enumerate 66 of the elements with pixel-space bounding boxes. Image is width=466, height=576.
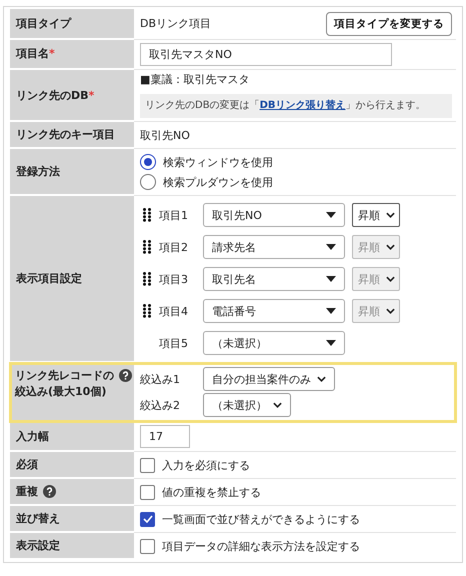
input-field[interactable]: 17 xyxy=(140,425,190,448)
chevron-icon xyxy=(273,402,282,408)
dropdown[interactable]: （未選択） xyxy=(203,393,291,418)
drag-handle-icon[interactable] xyxy=(143,304,151,318)
dropdown[interactable]: 取引先名 xyxy=(203,267,345,292)
checkbox-label: 値の重複を禁止する xyxy=(162,486,261,499)
check-icon xyxy=(142,515,152,524)
drag-handle-icon[interactable] xyxy=(143,272,151,286)
field-value: ■稟議：取引先マスタ xyxy=(140,73,250,88)
field-label: 絞込み(最大10個) xyxy=(15,385,108,399)
chevron-icon xyxy=(317,376,326,382)
chevron-icon xyxy=(386,244,395,250)
field-label: 必須 xyxy=(16,458,38,472)
checkbox-label: 項目データの詳細な表示方法を設定する xyxy=(162,540,360,553)
item-label: 項目1 xyxy=(159,208,189,222)
chevron-icon xyxy=(386,212,395,218)
dropdown[interactable]: 取引先NO xyxy=(203,203,345,228)
caret-icon xyxy=(326,244,336,250)
drag-handle-icon[interactable] xyxy=(143,240,151,254)
field-label: 登録方法 xyxy=(16,165,60,178)
dropdown[interactable]: 自分の担当案件のみ xyxy=(203,367,335,392)
sort-order-dropdown[interactable]: 昇順 xyxy=(352,203,400,228)
field-value: DBリンク項目 xyxy=(140,17,212,31)
item-label: 項目3 xyxy=(159,272,189,286)
dropdown[interactable]: （未選択） xyxy=(203,331,345,356)
drag-handle-icon[interactable] xyxy=(143,208,151,222)
caret-icon xyxy=(326,276,336,282)
field-label: 重複 xyxy=(16,485,38,498)
change-type-button[interactable]: 項目タイプを変更する xyxy=(326,12,452,36)
chevron-icon xyxy=(386,308,395,314)
help-icon[interactable] xyxy=(43,485,56,498)
item-label: 項目4 xyxy=(159,304,189,318)
filter-label: 絞込み1 xyxy=(140,372,181,386)
checkbox[interactable] xyxy=(140,484,155,500)
relink-link[interactable]: DBリンク張り替え xyxy=(260,100,346,112)
checkbox[interactable] xyxy=(140,538,155,554)
field-label: 入力幅 xyxy=(16,430,49,443)
caret-icon xyxy=(326,308,336,314)
field-value: 取引先NO xyxy=(140,128,191,142)
input-field[interactable]: 取引先マスタNO xyxy=(140,43,392,66)
radio-label: 検索プルダウンを使用 xyxy=(163,176,273,189)
field-label: リンク先レコードの xyxy=(15,369,114,382)
info-note: リンク先のDBの変更は「DBリンク張り替え」から行えます。 xyxy=(140,94,452,118)
item-label: 項目2 xyxy=(159,240,189,254)
dropdown[interactable]: 電話番号 xyxy=(203,299,345,324)
field-label: 表示項目設定 xyxy=(16,272,82,286)
item-label: 項目5 xyxy=(159,336,189,350)
help-icon[interactable] xyxy=(119,369,132,382)
field-label: 項目名* xyxy=(16,47,55,61)
field-label: 表示設定 xyxy=(16,539,60,552)
filter-label: 絞込み2 xyxy=(140,398,181,412)
field-label: リンク先のDB* xyxy=(16,88,94,102)
caret-icon xyxy=(326,340,336,346)
radio-label: 検索ウィンドウを使用 xyxy=(163,156,273,169)
caret-icon xyxy=(326,212,336,218)
checkbox-label: 一覧画面で並び替えができるようにする xyxy=(162,512,360,526)
field-label: 項目タイプ xyxy=(16,16,71,30)
checkbox-label: 入力を必須にする xyxy=(162,458,250,472)
checkbox[interactable] xyxy=(140,512,155,527)
dropdown[interactable]: 請求先名 xyxy=(203,235,345,260)
field-label: リンク先のキー項目 xyxy=(16,128,115,142)
radio-button[interactable] xyxy=(140,154,156,170)
radio-button[interactable] xyxy=(140,174,156,190)
field-label: 並び替え xyxy=(16,512,60,526)
checkbox[interactable] xyxy=(140,458,155,473)
chevron-icon xyxy=(386,276,395,282)
